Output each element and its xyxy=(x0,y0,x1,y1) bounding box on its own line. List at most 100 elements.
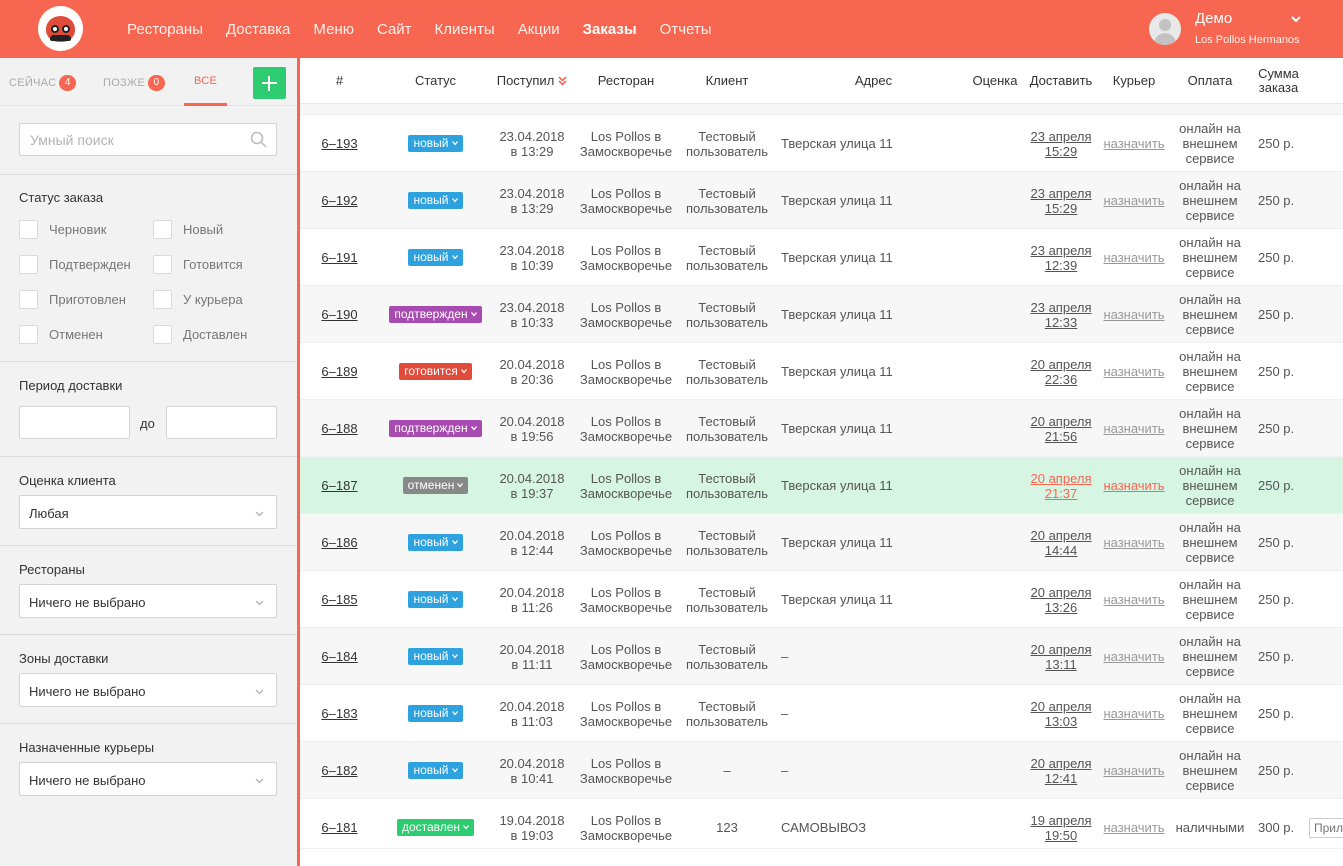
table-row[interactable]: 6–193 новый 23.04.2018 в 13:29 Los Pollos вЗ… xyxy=(300,115,1343,172)
delivery-time-link[interactable]: 20 апреля 22:36 xyxy=(1031,357,1092,387)
couriers-select[interactable]: Ничего не выбрано xyxy=(19,762,277,796)
order-number-cell[interactable]: 6–192 xyxy=(300,172,379,229)
status-cell[interactable]: новый xyxy=(379,685,492,742)
delivery-time-link[interactable]: 23 апреля 15:29 xyxy=(1031,186,1092,216)
restaurants-select[interactable]: Ничего не выбрано xyxy=(19,584,277,618)
table-row[interactable]: 6–187 отменен 20.04.2018 в 19:37 Los Pollos … xyxy=(300,457,1343,514)
period-to-input[interactable] xyxy=(166,406,277,439)
delivery-time-cell[interactable]: 23 апреля 15:29 xyxy=(1024,115,1098,172)
table-row[interactable]: 6–192 новый 23.04.2018 в 13:29 Los Pollos вЗ… xyxy=(300,172,1343,229)
column-header-3[interactable]: Ресторан xyxy=(572,58,680,104)
nav-item-6[interactable]: Заказы xyxy=(583,21,637,38)
status-cell[interactable]: подтвержден xyxy=(379,400,492,457)
table-row[interactable]: 6–186 новый 20.04.2018 в 12:44 Los Pollos вЗ… xyxy=(300,514,1343,571)
status-checkbox-0[interactable]: Черновик xyxy=(19,220,106,239)
assign-courier-link[interactable]: назначить xyxy=(1103,478,1164,493)
checkbox[interactable] xyxy=(19,290,38,309)
table-row[interactable]: 6–191 новый 23.04.2018 в 10:39 Los Pollos вЗ… xyxy=(300,229,1343,286)
courier-cell[interactable]: назначить xyxy=(1098,799,1170,856)
delivery-time-cell[interactable]: 19 апреля 19:50 xyxy=(1024,799,1098,856)
delivery-time-cell[interactable]: 20 апреля 22:36 xyxy=(1024,343,1098,400)
tab-now[interactable]: СЕЙЧАС 4 xyxy=(9,75,77,91)
order-number-link[interactable]: 6–183 xyxy=(321,706,357,721)
row-extra-input[interactable] xyxy=(1309,817,1343,838)
status-cell[interactable]: новый xyxy=(379,742,492,799)
courier-cell[interactable]: назначить xyxy=(1098,343,1170,400)
status-cell[interactable]: отменен xyxy=(379,457,492,514)
nav-item-2[interactable]: Меню xyxy=(313,21,354,38)
delivery-time-link[interactable]: 20 апреля 13:11 xyxy=(1031,642,1092,672)
checkbox[interactable] xyxy=(153,220,172,239)
checkbox[interactable] xyxy=(19,325,38,344)
delivery-time-cell[interactable]: 20 апреля 21:56 xyxy=(1024,400,1098,457)
courier-cell[interactable]: назначить xyxy=(1098,514,1170,571)
status-checkbox-5[interactable]: У курьера xyxy=(153,290,243,309)
status-cell[interactable]: новый xyxy=(379,172,492,229)
table-row[interactable]: 6–185 новый 20.04.2018 в 11:26 Los Pollos вЗ… xyxy=(300,571,1343,628)
rating-select[interactable]: Любая xyxy=(19,495,277,529)
status-checkbox-1[interactable]: Новый xyxy=(153,220,223,239)
order-number-link[interactable]: 6–189 xyxy=(321,364,357,379)
status-cell[interactable]: новый xyxy=(379,514,492,571)
assign-courier-link[interactable]: назначить xyxy=(1103,193,1164,208)
status-checkbox-6[interactable]: Отменен xyxy=(19,325,103,344)
checkbox[interactable] xyxy=(19,255,38,274)
status-badge[interactable]: подтвержден xyxy=(389,420,482,437)
courier-cell[interactable]: назначить xyxy=(1098,571,1170,628)
table-row[interactable]: 6–190 подтвержден 23.04.2018 в 10:33 Los Pol… xyxy=(300,286,1343,343)
status-badge[interactable]: новый xyxy=(408,249,463,266)
order-number-cell[interactable]: 6–182 xyxy=(300,742,379,799)
status-badge[interactable]: подтвержден xyxy=(389,306,482,323)
delivery-time-link[interactable]: 20 апреля 13:26 xyxy=(1031,585,1092,615)
status-badge[interactable]: новый xyxy=(408,192,463,209)
order-number-link[interactable]: 6–188 xyxy=(321,421,357,436)
order-number-cell[interactable]: 6–185 xyxy=(300,571,379,628)
courier-cell[interactable]: назначить xyxy=(1098,685,1170,742)
status-cell[interactable]: подтвержден xyxy=(379,286,492,343)
order-number-cell[interactable]: 6–181 xyxy=(300,799,379,856)
assign-courier-link[interactable]: назначить xyxy=(1103,763,1164,778)
delivery-time-cell[interactable]: 23 апреля 12:39 xyxy=(1024,229,1098,286)
delivery-time-cell[interactable]: 23 апреля 15:29 xyxy=(1024,172,1098,229)
status-badge[interactable]: новый xyxy=(408,135,463,152)
search-input[interactable] xyxy=(19,123,277,156)
courier-cell[interactable]: назначить xyxy=(1098,628,1170,685)
order-number-link[interactable]: 6–191 xyxy=(321,250,357,265)
tab-all[interactable]: ВСЕ xyxy=(194,75,217,87)
status-checkbox-2[interactable]: Подтвержден xyxy=(19,255,131,274)
order-number-cell[interactable]: 6–191 xyxy=(300,229,379,286)
table-row[interactable]: 6–182 новый 20.04.2018 в 10:41 Los Pollos вЗ… xyxy=(300,742,1343,799)
order-number-cell[interactable]: 6–186 xyxy=(300,514,379,571)
assign-courier-link[interactable]: назначить xyxy=(1103,535,1164,550)
delivery-time-cell[interactable]: 23 апреля 12:33 xyxy=(1024,286,1098,343)
assign-courier-link[interactable]: назначить xyxy=(1103,307,1164,322)
courier-cell[interactable]: назначить xyxy=(1098,400,1170,457)
column-header-9[interactable]: Оплата xyxy=(1170,58,1250,104)
order-number-cell[interactable]: 6–187 xyxy=(300,457,379,514)
order-number-link[interactable]: 6–185 xyxy=(321,592,357,607)
order-number-link[interactable]: 6–192 xyxy=(321,193,357,208)
status-badge[interactable]: готовится xyxy=(399,363,472,380)
courier-cell[interactable]: назначить xyxy=(1098,742,1170,799)
delivery-time-cell[interactable]: 20 апреля 12:41 xyxy=(1024,742,1098,799)
order-number-link[interactable]: 6–186 xyxy=(321,535,357,550)
delivery-time-cell[interactable]: 20 апреля 13:11 xyxy=(1024,628,1098,685)
column-header-1[interactable]: Статус xyxy=(379,58,492,104)
order-number-cell[interactable]: 6–189 xyxy=(300,343,379,400)
courier-cell[interactable]: назначить xyxy=(1098,457,1170,514)
search-icon[interactable] xyxy=(250,131,267,148)
order-number-link[interactable]: 6–187 xyxy=(321,478,357,493)
status-badge[interactable]: доставлен xyxy=(396,819,475,836)
column-header-4[interactable]: Клиент xyxy=(680,58,774,104)
status-badge[interactable]: новый xyxy=(408,534,463,551)
order-number-cell[interactable]: 6–183 xyxy=(300,685,379,742)
courier-cell[interactable]: назначить xyxy=(1098,172,1170,229)
nav-item-4[interactable]: Клиенты xyxy=(435,21,495,38)
column-header-7[interactable]: Доставить xyxy=(1024,58,1098,104)
table-row[interactable]: 6–181 доставлен 19.04.2018 в 19:03 Los Pollo… xyxy=(300,799,1343,849)
table-row[interactable]: 6–183 новый 20.04.2018 в 11:03 Los Pollos вЗ… xyxy=(300,685,1343,742)
checkbox[interactable] xyxy=(153,255,172,274)
status-cell[interactable]: новый xyxy=(379,571,492,628)
nav-item-3[interactable]: Сайт xyxy=(377,21,412,38)
delivery-time-link[interactable]: 20 апреля 14:44 xyxy=(1031,528,1092,558)
